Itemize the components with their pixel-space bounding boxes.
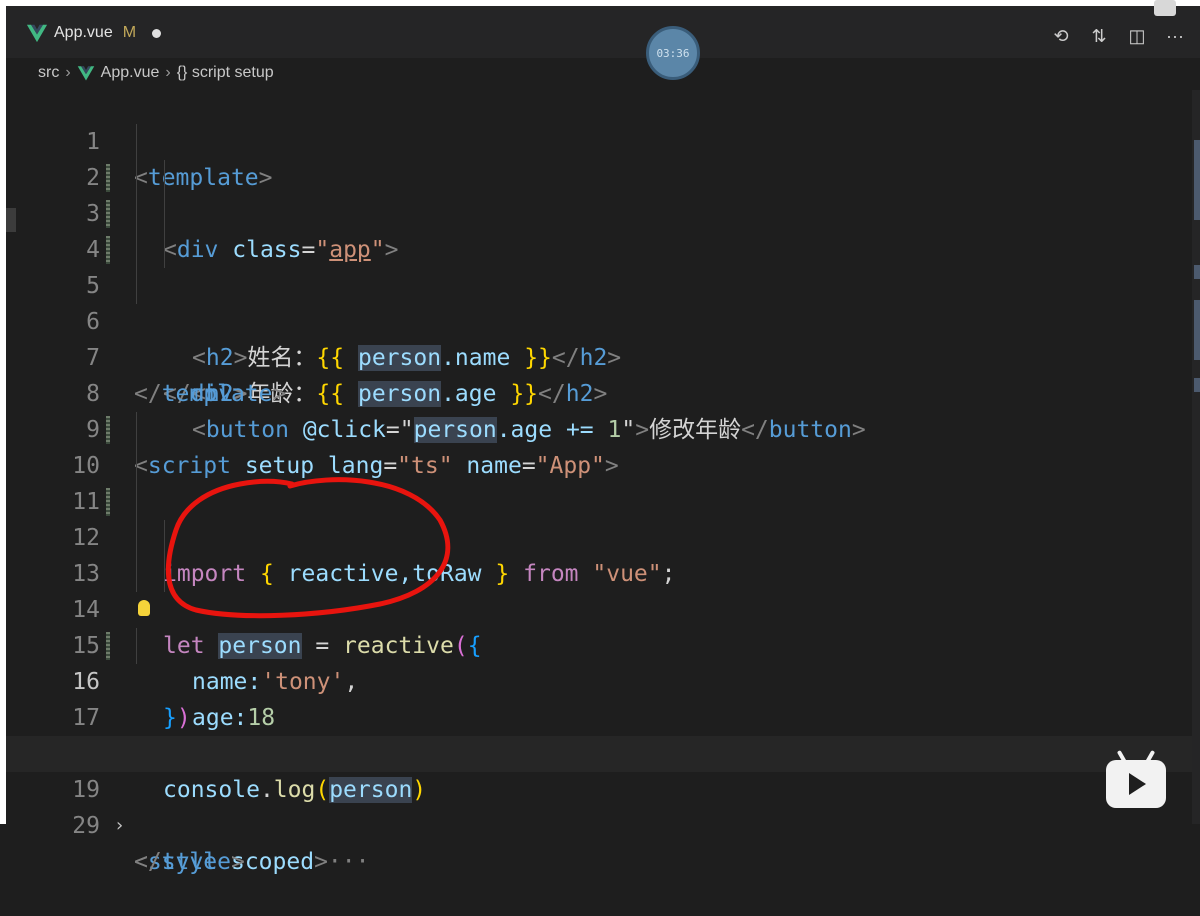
indent-guide — [164, 520, 165, 556]
tab-app-vue[interactable]: App.vue M — [26, 18, 162, 48]
tab-modified-badge: M — [122, 24, 137, 41]
indent-guide — [136, 448, 137, 484]
history-icon[interactable]: ⟲ — [1050, 26, 1072, 47]
overview-marker — [1194, 265, 1200, 279]
vertical-scrollbar[interactable] — [1192, 90, 1200, 824]
chevron-right-icon: › — [165, 64, 171, 81]
compare-changes-icon[interactable]: ⇅ — [1088, 26, 1110, 47]
indent-guide — [164, 232, 165, 268]
more-actions-icon[interactable]: ··· — [1164, 26, 1186, 47]
indent-guide — [164, 196, 165, 232]
git-modified-marker — [106, 632, 110, 660]
code-line[interactable]: 3 <h2>姓名：{{ person.name }}</h2> — [6, 160, 1192, 371]
indent-guide — [136, 520, 137, 556]
overview-marker — [1194, 378, 1200, 392]
code-line[interactable]: 2 <div class="app"> — [6, 124, 1192, 263]
code-line[interactable]: 19 › <style scoped>··· — [6, 736, 1192, 875]
code-line[interactable]: 29 </style> — [6, 772, 1192, 875]
folded-ellipsis: ··· — [327, 849, 370, 875]
indent-guide — [136, 160, 137, 196]
indent-guide — [136, 196, 137, 232]
fold-chevron-icon[interactable]: › — [114, 808, 125, 844]
breadcrumb-item-file[interactable]: App.vue — [101, 64, 160, 82]
lightbulb-icon[interactable] — [138, 600, 150, 616]
indent-guide — [136, 556, 137, 592]
code-line[interactable]: 11 — [6, 448, 1192, 515]
tab-bar: App.vue M ⟲ ⇅ ◫ ··· — [6, 6, 1200, 58]
overview-marker — [1194, 140, 1200, 220]
indent-guide — [136, 412, 137, 448]
split-editor-icon[interactable]: ◫ — [1126, 26, 1148, 47]
breadcrumb: src › App.vue › {} script setup — [38, 62, 274, 84]
code-line[interactable]: 14 age:18 — [6, 556, 1192, 731]
git-modified-marker — [106, 164, 110, 192]
vue-icon — [77, 66, 94, 81]
vue-icon — [26, 24, 48, 43]
code-line[interactable]: 5 <button @click="person.age += 1">修改年龄<… — [6, 232, 1192, 443]
code-line[interactable]: 1 <template> — [6, 88, 1192, 191]
indent-guide — [136, 268, 137, 304]
line-number: 29 — [72, 813, 100, 839]
git-modified-marker — [106, 200, 110, 228]
indent-guide — [136, 124, 137, 160]
indent-guide — [136, 484, 137, 520]
code-line[interactable]: 10 import { reactive,toRaw } from "vue"; — [6, 412, 1192, 587]
indent-guide — [136, 232, 137, 268]
code-line[interactable]: 17 </script> — [6, 664, 1192, 767]
breadcrumb-item-symbol[interactable]: {} script setup — [177, 64, 274, 82]
indent-guide — [164, 160, 165, 196]
code-line[interactable]: 18 — [6, 700, 1192, 767]
git-modified-marker — [106, 236, 110, 264]
code-text: </style> — [134, 849, 245, 875]
breadcrumb-item-src[interactable]: src — [38, 64, 59, 82]
code-line[interactable]: 13 name:'tony', — [6, 520, 1192, 695]
notification-icon[interactable] — [1154, 0, 1176, 16]
tv-logo-icon — [1106, 749, 1166, 808]
git-modified-marker — [106, 416, 110, 444]
code-line[interactable]: 8 — [6, 340, 1192, 407]
git-modified-marker — [106, 488, 110, 516]
indent-guide — [164, 556, 165, 592]
unsaved-dot-icon[interactable] — [152, 28, 162, 38]
recording-timer: 03:36 — [646, 26, 700, 80]
code-line[interactable]: 6 </div> — [6, 268, 1192, 407]
code-line[interactable]: 4 <h2>年龄：{{ person.age }}</h2> — [6, 196, 1192, 407]
overview-marker — [1194, 300, 1200, 360]
code-line[interactable]: 7 </template> — [6, 304, 1192, 407]
tab-filename: App.vue — [54, 24, 113, 41]
code-line[interactable]: 12 let person = reactive({ — [6, 484, 1192, 659]
indent-guide — [136, 628, 137, 664]
code-line[interactable]: 9 <script setup lang="ts" name="App"> — [6, 376, 1192, 479]
editor-actions: ⟲ ⇅ ◫ ··· — [1050, 26, 1186, 47]
code-editor[interactable]: 1 <template> 2 <div class="app"> 3 <h2>姓… — [6, 88, 1192, 875]
chevron-right-icon: › — [65, 64, 71, 81]
code-line[interactable]: 16 console.log(person) — [6, 628, 1192, 803]
code-line[interactable]: 15 }) — [6, 592, 1192, 731]
